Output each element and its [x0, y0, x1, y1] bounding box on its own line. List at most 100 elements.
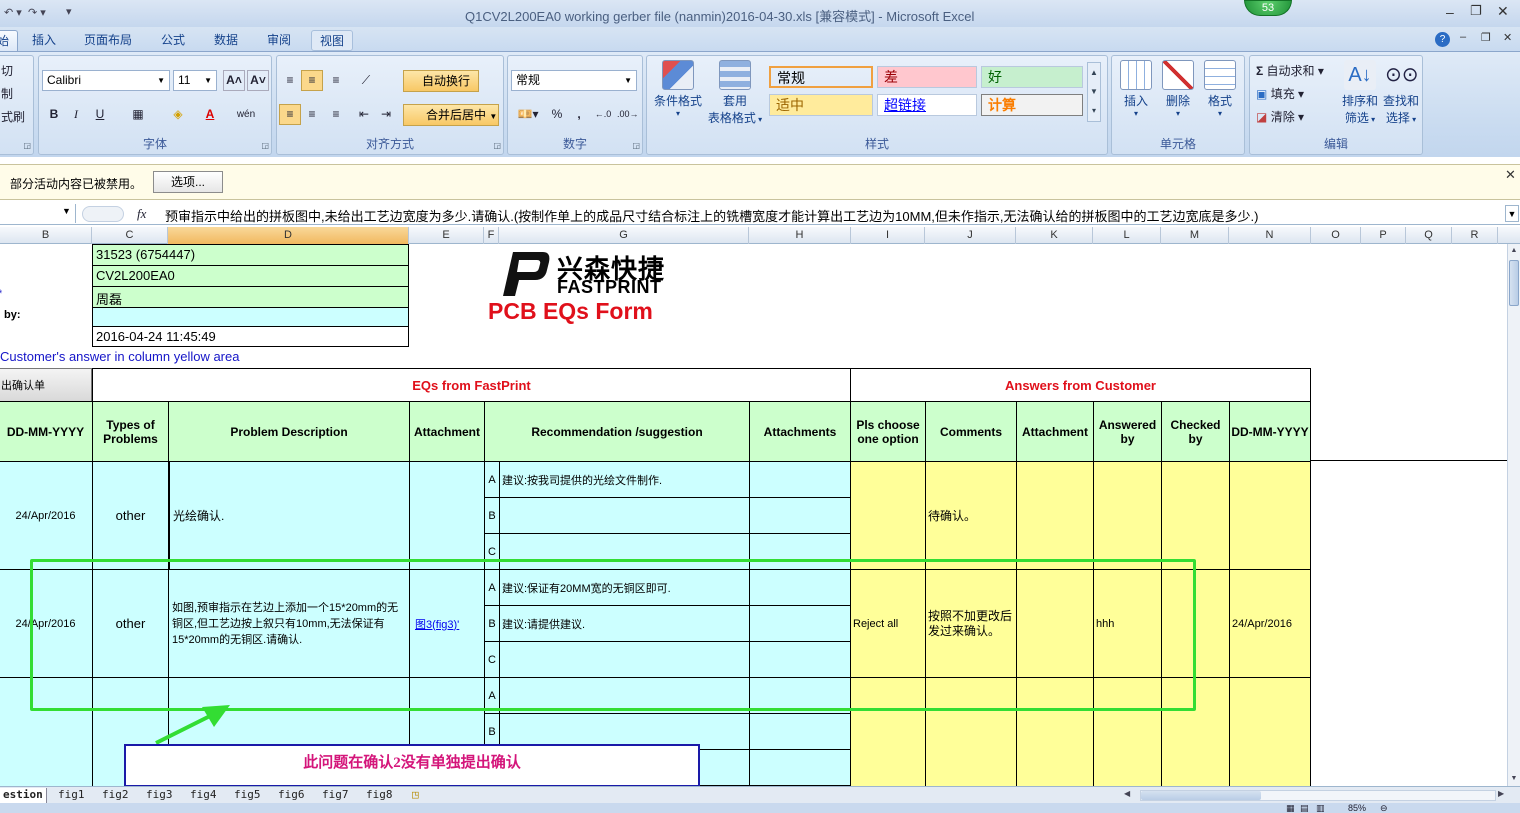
close-icon[interactable]: ✕: [1497, 3, 1509, 20]
autosum-button[interactable]: Σ 自动求和 ▾: [1256, 62, 1324, 79]
format-cells-button[interactable]: 格式 ▾: [1200, 60, 1240, 118]
horizontal-scroll-thumb[interactable]: [1141, 791, 1261, 800]
zoom-level[interactable]: 85%: [1348, 803, 1366, 813]
sheet-tab[interactable]: fig8: [366, 788, 393, 803]
delete-cells-button[interactable]: 删除 ▾: [1158, 60, 1198, 118]
insert-cells-button[interactable]: 插入 ▾: [1116, 60, 1156, 118]
increase-indent-icon[interactable]: ⇥: [375, 104, 397, 125]
col-header-g[interactable]: G: [499, 227, 749, 244]
col-header-b[interactable]: B: [0, 227, 92, 244]
col-header-l[interactable]: L: [1093, 227, 1161, 244]
decrease-decimal-icon[interactable]: .00→: [616, 104, 639, 125]
scroll-left-icon[interactable]: ◀: [1124, 789, 1134, 801]
tab-page-layout[interactable]: 页面布局: [76, 30, 140, 51]
horizontal-scrollbar[interactable]: [1140, 790, 1496, 801]
info-cell[interactable]: CV2L200EA0: [92, 265, 409, 287]
col-header-m[interactable]: M: [1161, 227, 1229, 244]
row-attachment-link[interactable]: 图3(fig3)': [409, 569, 485, 678]
row-attachments[interactable]: [749, 677, 851, 714]
row-customer-attachment[interactable]: [1016, 677, 1094, 786]
col-header-h[interactable]: H: [749, 227, 851, 244]
row-answer-date[interactable]: 24/Apr/2016: [1229, 569, 1311, 678]
accounting-format-icon[interactable]: 💴▾: [512, 104, 544, 125]
worksheet-grid[interactable]: * by: 31523 (6754447) CV2L200EA0 周磊 2016…: [0, 244, 1507, 786]
sheet-tab[interactable]: fig7: [322, 788, 349, 803]
new-sheet-icon[interactable]: ◳: [412, 788, 419, 803]
row-type[interactable]: other: [92, 569, 169, 678]
col-header-c[interactable]: C: [92, 227, 168, 244]
doc-close-icon[interactable]: ✕: [1503, 31, 1512, 44]
row-choice[interactable]: [850, 677, 926, 786]
page-layout-view-icon[interactable]: ▤: [1300, 803, 1309, 813]
shrink-font-icon[interactable]: A˅: [247, 70, 269, 91]
grow-font-icon[interactable]: A˄: [223, 70, 245, 91]
row-comment[interactable]: 待确认。: [925, 461, 1017, 570]
row-comment[interactable]: 按照不加更改后发过来确认。: [925, 569, 1017, 678]
col-header-o[interactable]: O: [1311, 227, 1361, 244]
row-date[interactable]: 24/Apr/2016: [0, 569, 93, 678]
help-icon[interactable]: ?: [1435, 32, 1450, 47]
phonetic-icon[interactable]: wén: [235, 104, 257, 125]
row-attachments[interactable]: [749, 641, 851, 678]
doc-minimize-icon[interactable]: –: [1460, 31, 1466, 43]
info-cell[interactable]: [92, 307, 409, 327]
option-text[interactable]: [499, 677, 750, 714]
formula-bar-resize-handle[interactable]: [82, 206, 124, 222]
row-attachments[interactable]: [749, 569, 851, 606]
col-header-i[interactable]: I: [851, 227, 925, 244]
close-message-icon[interactable]: ✕: [1505, 167, 1516, 183]
tab-review[interactable]: 审阅: [259, 30, 299, 51]
style-good[interactable]: 好: [981, 66, 1083, 88]
formula-input[interactable]: 预审指示中给出的拼板图中,未给出工艺边宽度为多少.请确认.(按制作单上的成品尺寸…: [165, 206, 1503, 225]
tab-home[interactable]: 始: [0, 30, 19, 51]
row-date[interactable]: 24/Apr/2016: [0, 461, 93, 570]
wrap-text-button[interactable]: 自动换行: [403, 70, 479, 92]
option-text[interactable]: 建议:请提供建议.: [499, 605, 750, 642]
row-checked-by[interactable]: [1161, 677, 1230, 786]
increase-decimal-icon[interactable]: ←.0: [592, 104, 614, 125]
row-attachment[interactable]: [409, 461, 485, 570]
row-attachments[interactable]: [749, 749, 851, 786]
option-text[interactable]: [499, 533, 750, 570]
quick-access-customize-icon[interactable]: ▾: [66, 5, 72, 18]
clear-button[interactable]: ◪ 清除 ▾: [1256, 108, 1304, 125]
row-description[interactable]: 光绘确认.: [168, 461, 410, 570]
sheet-tab[interactable]: fig6: [278, 788, 305, 803]
align-middle-icon[interactable]: ≡: [301, 70, 323, 91]
row-attachments[interactable]: [749, 497, 851, 534]
italic-button[interactable]: I: [65, 104, 87, 125]
option-text[interactable]: 建议:保证有20MM宽的无铜区即可.: [499, 569, 750, 606]
info-cell[interactable]: 2016-04-24 11:45:49: [92, 326, 409, 347]
fill-color-icon[interactable]: ◈: [167, 104, 189, 125]
row-customer-attachment[interactable]: [1016, 569, 1094, 678]
align-right-icon[interactable]: ≡: [325, 104, 347, 125]
scroll-up-icon[interactable]: ▲: [1508, 244, 1520, 258]
row-customer-attachment[interactable]: [1016, 461, 1094, 570]
orientation-icon[interactable]: ⟋: [355, 70, 377, 91]
tab-data[interactable]: 数据: [206, 30, 246, 51]
option-text[interactable]: [499, 641, 750, 678]
dialog-launcher-icon[interactable]: ◲: [261, 141, 269, 150]
row-choice[interactable]: Reject all: [850, 569, 926, 678]
merge-center-button[interactable]: 合并后居中 ▼: [403, 104, 499, 126]
options-button[interactable]: 选项...: [153, 171, 223, 193]
row-attachments[interactable]: [749, 605, 851, 642]
name-box[interactable]: ▼: [0, 204, 76, 223]
row-comment[interactable]: [925, 677, 1017, 786]
font-name-select[interactable]: Calibri ▼: [42, 70, 170, 91]
sheet-tab[interactable]: fig3: [146, 788, 173, 803]
normal-view-icon[interactable]: ▦: [1286, 803, 1295, 813]
style-normal[interactable]: 常规: [769, 66, 873, 88]
row-answered-by[interactable]: [1093, 461, 1162, 570]
row-answer-date[interactable]: [1229, 677, 1311, 786]
option-text[interactable]: [499, 497, 750, 534]
style-bad[interactable]: 差: [877, 66, 977, 88]
format-as-table-button[interactable]: 套用 表格格式 ▾: [705, 60, 765, 126]
align-center-icon[interactable]: ≡: [301, 104, 323, 125]
row-type[interactable]: other: [92, 461, 169, 570]
col-header-d[interactable]: D: [168, 227, 409, 244]
sheet-tab[interactable]: fig4: [190, 788, 217, 803]
underline-button[interactable]: U: [89, 104, 111, 125]
col-header-j[interactable]: J: [925, 227, 1016, 244]
scroll-right-icon[interactable]: ▶: [1498, 789, 1504, 798]
